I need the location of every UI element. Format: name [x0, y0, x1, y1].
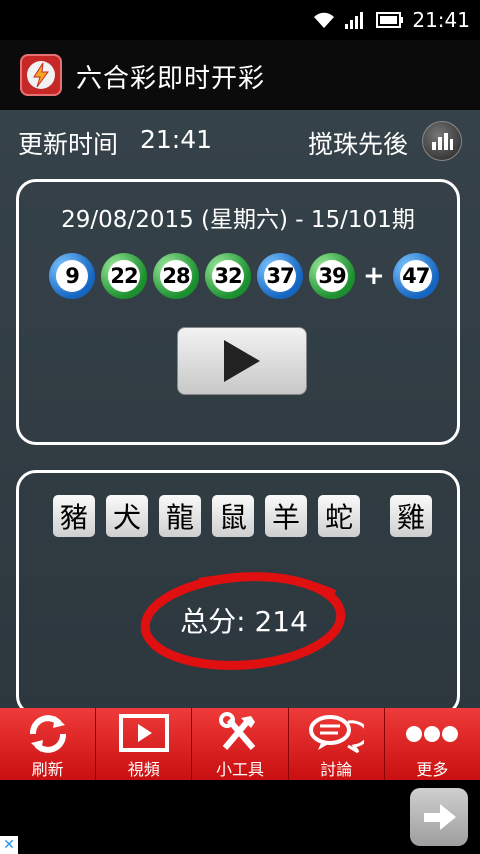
zodiac-tile: 豬 [53, 495, 95, 537]
bar-chart-icon [432, 133, 453, 150]
app-title: 六合彩即时开彩 [76, 64, 266, 94]
battery-icon [376, 12, 404, 28]
zodiac-tile: 犬 [106, 495, 148, 537]
ball-number: 32 [212, 260, 244, 292]
status-bar: 21:41 [0, 0, 480, 40]
lottery-ball: 37 [257, 253, 303, 299]
lottery-ball: 39 [309, 253, 355, 299]
zodiac-tile: 蛇 [318, 495, 360, 537]
info-row: 更新时间 21:41 搅珠先後 [0, 110, 480, 174]
wifi-icon [314, 12, 335, 28]
app-bar: 六合彩即时开彩 [0, 40, 480, 110]
tab-label: 討論 [320, 760, 353, 779]
tab-more[interactable]: 更多 [385, 708, 480, 780]
balls-row: 9 22 28 32 37 39 + 47 [49, 252, 445, 300]
zodiac-tile: 龍 [159, 495, 201, 537]
zodiac-tile: 羊 [265, 495, 307, 537]
zodiac-panel: 豬 犬 龍 鼠 羊 蛇 雞 总分: 214 [16, 470, 460, 716]
lottery-ball: 9 [49, 253, 95, 299]
ball-number: 37 [264, 260, 296, 292]
more-icon [405, 712, 459, 756]
lottery-ball: 28 [153, 253, 199, 299]
ball-number: 39 [316, 260, 348, 292]
draw-order-button[interactable] [422, 121, 462, 161]
score-area: 总分: 214 [139, 563, 349, 673]
tools-icon [217, 712, 263, 756]
draw-result-panel: 29/08/2015 (星期六) - 15/101期 9 22 28 32 37… [16, 179, 460, 445]
ad-next-button[interactable] [410, 788, 468, 846]
ball-number: 47 [399, 260, 432, 292]
tab-label: 視頻 [127, 760, 160, 779]
ball-number: 22 [108, 260, 140, 292]
app-logo-icon [20, 54, 62, 96]
tab-label: 更多 [416, 760, 449, 779]
special-ball: 47 [392, 253, 439, 299]
draw-title: 29/08/2015 (星期六) - 15/101期 [61, 207, 415, 233]
main-content: 更新时间 21:41 搅珠先後 29/08/2015 (星期六) - 15/10… [0, 110, 480, 716]
ad-close-button[interactable]: ✕ [0, 836, 18, 854]
ad-banner: ✕ [0, 780, 480, 854]
ball-number: 9 [56, 260, 88, 292]
video-icon [118, 712, 169, 756]
tab-label: 刷新 [31, 760, 64, 779]
zodiac-row: 豬 犬 龍 鼠 羊 蛇 雞 [53, 495, 443, 537]
draw-order-label: 搅珠先後 [308, 130, 409, 159]
update-time-label: 更新时间 [18, 130, 119, 159]
tab-discussion[interactable]: 討論 [289, 708, 385, 780]
play-icon [224, 340, 260, 382]
play-button[interactable] [177, 327, 307, 395]
status-time: 21:41 [412, 8, 470, 32]
chat-icon [308, 712, 365, 756]
lottery-ball: 22 [101, 253, 147, 299]
update-time-value: 21:41 [140, 125, 213, 154]
tab-video[interactable]: 視頻 [96, 708, 193, 780]
zodiac-special-tile: 雞 [390, 495, 432, 537]
tab-refresh[interactable]: 刷新 [0, 708, 97, 780]
signal-icon [345, 12, 364, 29]
ball-number: 28 [160, 260, 192, 292]
bottom-tab-bar: 刷新 視頻 小工具 討論 更多 [0, 708, 480, 780]
tab-tools[interactable]: 小工具 [192, 708, 289, 780]
plus-sign: + [363, 261, 385, 291]
status-icons: 21:41 [312, 8, 470, 32]
lottery-ball: 32 [205, 253, 251, 299]
total-score: 总分: 214 [180, 605, 308, 638]
refresh-icon [25, 712, 71, 756]
tab-label: 小工具 [216, 760, 265, 779]
zodiac-tile: 鼠 [212, 495, 254, 537]
arrow-right-icon [424, 804, 456, 830]
